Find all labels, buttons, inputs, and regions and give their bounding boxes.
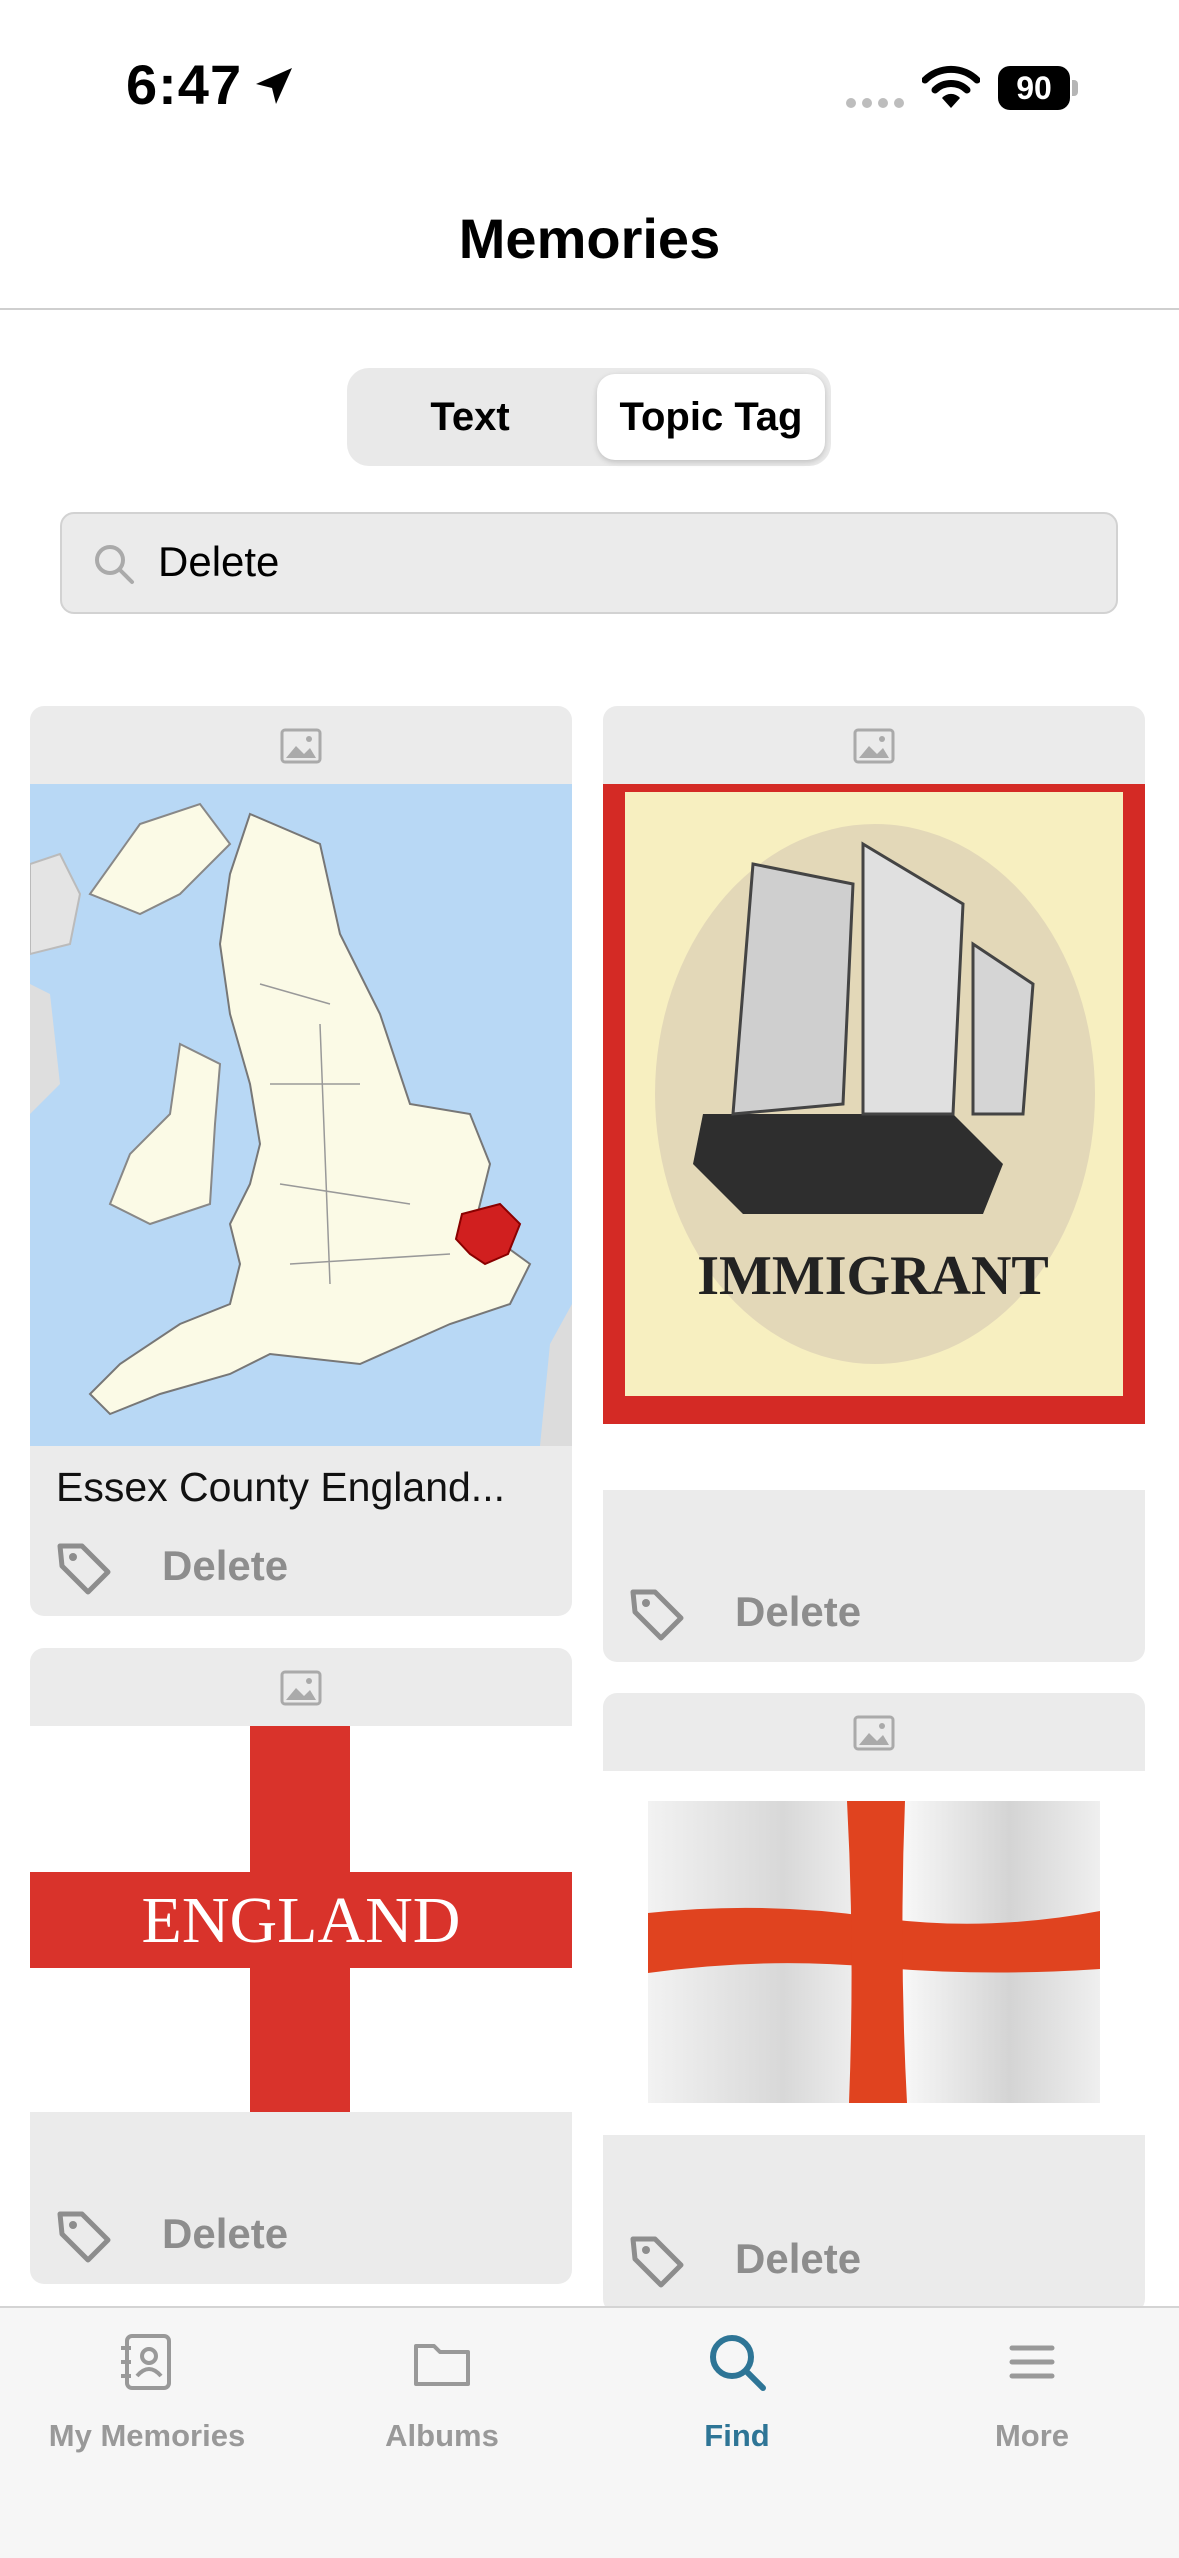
tag-label: Delete <box>735 1588 862 1635</box>
search-mode-segmented-control: Text Topic Tag <box>347 368 831 466</box>
card-title: Essex County England... <box>56 1464 505 1510</box>
tab-more[interactable]: More <box>885 2308 1179 2468</box>
tag-icon <box>630 2236 684 2288</box>
tag-icon <box>57 1543 111 1595</box>
navigation-bar: Memories <box>0 150 1179 310</box>
battery-tip <box>1072 80 1078 96</box>
tab-label: More <box>994 2418 1070 2453</box>
tab-label: Find <box>704 2418 770 2453</box>
folder-icon <box>414 2344 470 2386</box>
segment-text[interactable]: Text <box>353 374 587 460</box>
tab-bar: My Memories Albums Find More <box>0 2306 1179 2558</box>
magnifying-glass-icon <box>95 545 134 584</box>
cellular-signal-icon <box>846 98 904 108</box>
photo-placeholder-icon <box>280 1670 322 1706</box>
immigrant-label: IMMIGRANT <box>697 1245 1049 1307</box>
england-label: ENGLAND <box>142 1884 461 1957</box>
essex-map-image <box>30 784 572 1446</box>
contacts-book-icon <box>121 2334 171 2390</box>
segment-topic-tag[interactable]: Topic Tag <box>597 374 825 460</box>
search-input[interactable]: Delete <box>158 538 279 586</box>
england-flag-image: ENGLAND <box>30 1726 572 2112</box>
battery-level: 90 <box>998 66 1070 110</box>
menu-icon <box>1009 2345 1055 2379</box>
location-arrow-icon <box>256 68 292 104</box>
tag-icon <box>57 2211 111 2263</box>
search-field[interactable]: Delete <box>60 512 1118 614</box>
tag-label: Delete <box>162 2210 289 2257</box>
photo-placeholder-icon <box>853 1715 895 1751</box>
tab-my-memories[interactable]: My Memories <box>0 2308 294 2468</box>
memory-card-4[interactable]: Delete <box>603 1693 1145 2313</box>
immigrant-ship-image: IMMIGRANT <box>603 784 1145 1490</box>
st-george-flag-image <box>603 1771 1145 2135</box>
memory-card-2[interactable]: IMMIGRANT Delete <box>603 706 1145 1662</box>
status-bar: 6:47 90 <box>0 0 1179 150</box>
card-header <box>603 706 1145 784</box>
photo-placeholder-icon <box>853 728 895 764</box>
wifi-icon <box>922 65 980 108</box>
tag-label: Delete <box>162 1542 289 1589</box>
tab-label: My Memories <box>48 2418 246 2453</box>
status-time: 6:47 <box>126 53 243 116</box>
memory-card-1[interactable]: Essex County England... Delete <box>30 706 572 1616</box>
tab-albums[interactable]: Albums <box>295 2308 589 2468</box>
tag-icon <box>630 1589 684 1641</box>
tab-find[interactable]: Find <box>590 2308 884 2468</box>
memory-card-3[interactable]: ENGLAND Delete <box>30 1648 572 2284</box>
page-title: Memories <box>458 207 721 270</box>
card-header <box>30 1648 572 1726</box>
card-header <box>30 706 572 784</box>
card-header <box>603 1693 1145 1771</box>
photo-placeholder-icon <box>280 728 322 764</box>
tab-label: Albums <box>385 2418 499 2453</box>
battery-icon: 90 <box>998 66 1080 110</box>
search-icon <box>710 2335 766 2391</box>
tag-label: Delete <box>735 2235 862 2282</box>
